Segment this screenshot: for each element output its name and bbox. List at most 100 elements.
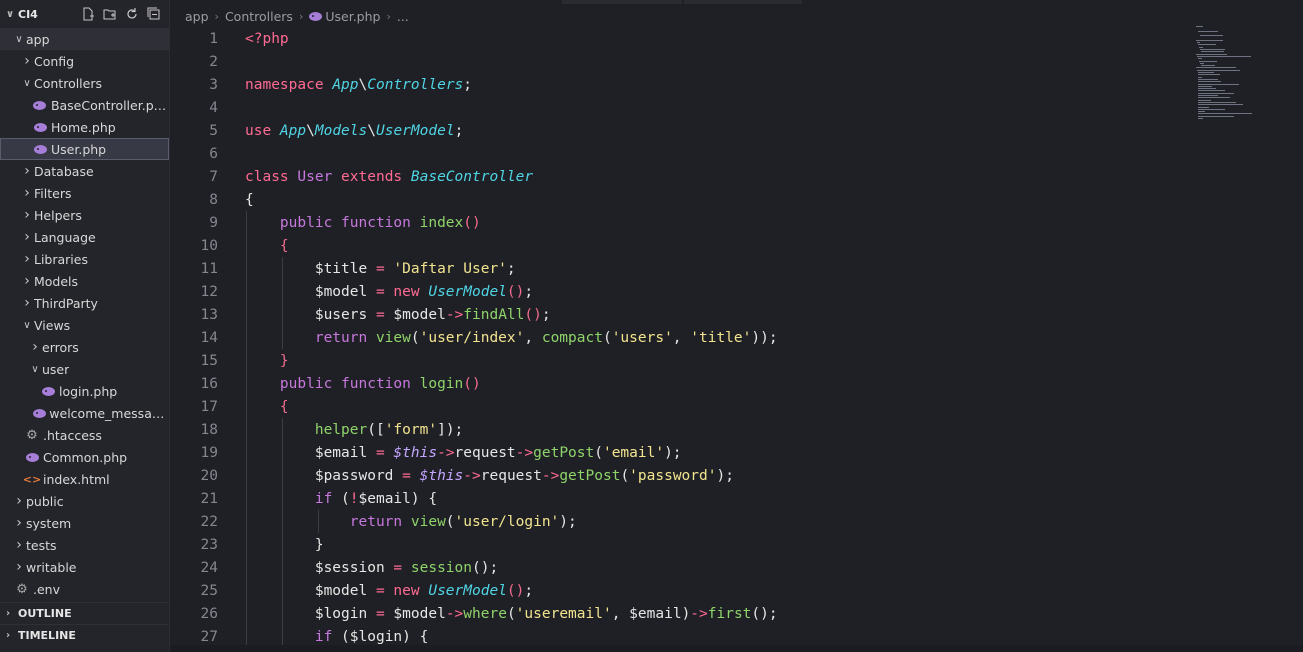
chevron-down-icon: ∨ bbox=[31, 363, 39, 375]
code-line[interactable]: 23 } bbox=[170, 533, 1303, 556]
tree-item[interactable]: › Database bbox=[0, 160, 169, 182]
code-line[interactable]: 11 $title = 'Daftar User'; bbox=[170, 257, 1303, 280]
chevron-right-icon: › bbox=[24, 163, 30, 179]
code-line[interactable]: 5 use App\Models\UserModel; bbox=[170, 119, 1303, 142]
code-text: $login = $model->where('useremail', $ema… bbox=[314, 605, 778, 622]
tree-item[interactable]: ∨ user bbox=[0, 358, 169, 380]
tree-item[interactable]: ⚙ .env bbox=[0, 578, 169, 600]
code-text: <?php bbox=[245, 30, 289, 47]
code-line[interactable]: 12 $model = new UserModel(); bbox=[170, 280, 1303, 303]
explorer-sidebar: ∨ CI4 ∨ app › Config ∨ Controllers BaseControl… bbox=[0, 0, 170, 652]
tree-item[interactable]: ∨ Controllers bbox=[0, 72, 169, 94]
tree-item[interactable]: › tests bbox=[0, 534, 169, 556]
code-line[interactable]: 17 { bbox=[170, 395, 1303, 418]
breadcrumb-item: User.php bbox=[325, 8, 381, 24]
chevron-right-icon: › bbox=[16, 559, 22, 575]
breadcrumb-item[interactable]: app bbox=[185, 9, 209, 24]
refresh-icon[interactable] bbox=[123, 5, 141, 23]
code-line[interactable]: 3 namespace App\Controllers; bbox=[170, 73, 1303, 96]
line-number: 21 bbox=[200, 490, 218, 507]
line-number: 16 bbox=[200, 375, 218, 392]
tree-item[interactable]: <> index.html bbox=[0, 468, 169, 490]
breadcrumb-item[interactable]: Controllers bbox=[225, 9, 293, 24]
tree-item[interactable]: BaseController.php bbox=[0, 94, 169, 116]
tree-item[interactable]: Common.php bbox=[0, 446, 169, 468]
tree-item[interactable]: › errors bbox=[0, 336, 169, 358]
horizontal-scrollbar[interactable] bbox=[170, 645, 1303, 652]
code-line[interactable]: 26 $login = $model->where('useremail', $… bbox=[170, 602, 1303, 625]
code-line[interactable]: 8{ bbox=[170, 188, 1303, 211]
tree-item[interactable]: ∨ app bbox=[0, 28, 169, 50]
code-line[interactable]: 4 bbox=[170, 96, 1303, 119]
timeline-section-header[interactable]: › TIMELINE bbox=[0, 624, 169, 646]
indent-guide bbox=[282, 280, 283, 303]
breadcrumb-item[interactable]: ... bbox=[397, 9, 409, 24]
tree-item[interactable]: login.php bbox=[0, 380, 169, 402]
code-line[interactable]: 9 public function index() bbox=[170, 211, 1303, 234]
tree-item[interactable]: › writable bbox=[0, 556, 169, 578]
indent-guide bbox=[246, 533, 247, 556]
tree-item[interactable]: › ThirdParty bbox=[0, 292, 169, 314]
code-line[interactable]: 14 return view('user/index', compact('us… bbox=[170, 326, 1303, 349]
tree-item[interactable]: Home.php bbox=[0, 116, 169, 138]
chevron-right-icon: › bbox=[16, 537, 22, 553]
tree-item[interactable]: › public bbox=[0, 490, 169, 512]
tree-item[interactable]: › Language bbox=[0, 226, 169, 248]
code-line[interactable]: 10 { bbox=[170, 234, 1303, 257]
outline-section-header[interactable]: › OUTLINE bbox=[0, 602, 169, 624]
code-editor[interactable]: 1 <?php 2 3 namespace App\Controllers; 4 5 use … bbox=[170, 27, 1303, 652]
tree-item[interactable]: ∨ Views bbox=[0, 314, 169, 336]
chevron-right-icon: › bbox=[32, 339, 38, 355]
tree-item[interactable]: › Helpers bbox=[0, 204, 169, 226]
explorer-root-header[interactable]: ∨ CI4 bbox=[0, 0, 169, 28]
minimap-line bbox=[1198, 76, 1202, 78]
breadcrumb-file[interactable]: User.php bbox=[309, 9, 380, 24]
chevron-right-icon: › bbox=[298, 9, 304, 23]
tree-item[interactable]: User.php bbox=[0, 138, 169, 160]
tree-item-label: Models bbox=[34, 273, 79, 289]
minimap-line bbox=[1199, 60, 1217, 62]
code-line[interactable]: 15 } bbox=[170, 349, 1303, 372]
tree-item[interactable]: ⚙ .htaccess bbox=[0, 424, 169, 446]
tab-placeholder[interactable] bbox=[684, 0, 802, 4]
minimap-line bbox=[1198, 106, 1209, 108]
code-line[interactable]: 7 class User extends BaseController bbox=[170, 165, 1303, 188]
code-line[interactable]: 25 $model = new UserModel(); bbox=[170, 579, 1303, 602]
code-line[interactable]: 22 return view('user/login'); bbox=[170, 510, 1303, 533]
indent-guide bbox=[282, 326, 283, 349]
tree-item-label: Config bbox=[34, 53, 75, 69]
code-line[interactable]: 20 $password = $this->request->getPost('… bbox=[170, 464, 1303, 487]
chevron-down-icon: ∨ bbox=[15, 33, 23, 45]
tree-item[interactable]: › system bbox=[0, 512, 169, 534]
tree-item[interactable]: welcome_message.... bbox=[0, 402, 169, 424]
tree-item[interactable]: › Models bbox=[0, 270, 169, 292]
tree-item[interactable]: › Libraries bbox=[0, 248, 169, 270]
tree-item[interactable]: › Filters bbox=[0, 182, 169, 204]
new-folder-icon[interactable] bbox=[101, 5, 119, 23]
minimap[interactable] bbox=[1196, 26, 1276, 126]
tree-item[interactable]: › Config bbox=[0, 50, 169, 72]
collapse-all-icon[interactable] bbox=[145, 5, 163, 23]
chevron-right-icon: › bbox=[24, 251, 30, 267]
code-line[interactable]: 21 if (!$email) { bbox=[170, 487, 1303, 510]
minimap-line bbox=[1196, 26, 1204, 27]
code-line[interactable]: 24 $session = session(); bbox=[170, 556, 1303, 579]
minimap-line bbox=[1198, 88, 1216, 90]
code-line[interactable]: 2 bbox=[170, 50, 1303, 73]
tab-placeholder[interactable] bbox=[562, 0, 682, 4]
code-line[interactable]: 13 $users = $model->findAll(); bbox=[170, 303, 1303, 326]
minimap-line bbox=[1196, 67, 1236, 69]
code-text: if (!$email) { bbox=[314, 490, 438, 507]
gear-icon: ⚙ bbox=[26, 427, 38, 443]
minimap-line bbox=[1200, 35, 1224, 37]
minimap-line bbox=[1201, 51, 1225, 53]
line-number: 9 bbox=[209, 214, 218, 231]
code-line[interactable]: 18 helper(['form']); bbox=[170, 418, 1303, 441]
code-line[interactable]: 19 $email = $this->request->getPost('ema… bbox=[170, 441, 1303, 464]
code-line[interactable]: 6 bbox=[170, 142, 1303, 165]
new-file-icon[interactable] bbox=[79, 5, 97, 23]
code-line[interactable]: 1 <?php bbox=[170, 27, 1303, 50]
indent-guide bbox=[246, 487, 247, 510]
php-file-icon bbox=[32, 144, 48, 154]
code-line[interactable]: 16 public function login() bbox=[170, 372, 1303, 395]
